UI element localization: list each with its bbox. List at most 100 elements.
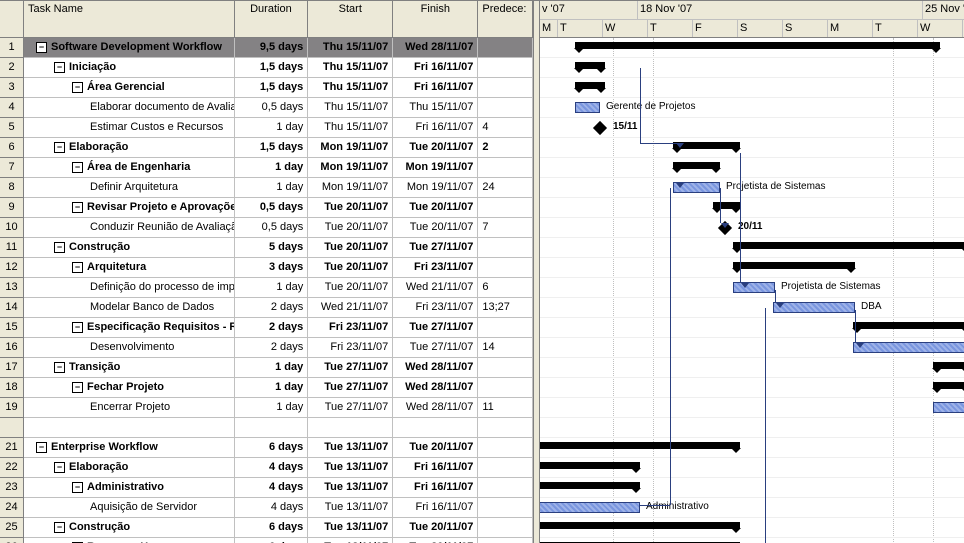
cell-dur[interactable]: 2 days [235,298,309,317]
cell-pred[interactable] [478,98,533,117]
row-number[interactable]: 19 [0,398,23,418]
cell-finish[interactable]: Fri 16/11/07 [393,118,478,137]
cell-finish[interactable]: Fri 23/11/07 [393,258,478,277]
task-row[interactable]: −Recursos Humanos6 daysTue 13/11/07Tue 2… [24,538,533,543]
col-duration[interactable]: Duration [235,1,309,37]
task-row[interactable]: −Construção5 daysTue 20/11/07Tue 27/11/0… [24,238,533,258]
cell-finish[interactable]: Tue 20/11/07 [393,138,478,157]
cell-pred[interactable] [478,478,533,497]
pane-divider[interactable] [533,1,540,543]
cell-dur[interactable]: 6 days [235,538,309,543]
collapse-toggle[interactable]: − [72,262,83,273]
row-number[interactable]: 21 [0,438,23,458]
row-number[interactable]: 11 [0,238,23,258]
collapse-toggle[interactable]: − [72,162,83,173]
cell-start[interactable]: Tue 13/11/07 [308,458,393,477]
cell-pred[interactable]: 7 [478,218,533,237]
cell-pred[interactable]: 11 [478,398,533,417]
row-number[interactable] [0,418,23,438]
cell-finish[interactable]: Fri 16/11/07 [393,58,478,77]
summary-bar[interactable] [540,442,740,449]
cell-start[interactable]: Tue 27/11/07 [308,398,393,417]
cell-start[interactable]: Tue 27/11/07 [308,358,393,377]
cell-dur[interactable]: 1 day [235,158,309,177]
cell-start[interactable]: Tue 20/11/07 [308,218,393,237]
task-name-cell[interactable]: −Elaboração [24,458,235,477]
cell-finish[interactable]: Tue 20/11/07 [393,518,478,537]
summary-bar[interactable] [575,62,605,69]
task-row[interactable]: −Área Gerencial1,5 daysThu 15/11/07Fri 1… [24,78,533,98]
task-row[interactable]: −Arquitetura3 daysTue 20/11/07Fri 23/11/… [24,258,533,278]
cell-start[interactable]: Thu 15/11/07 [308,58,393,77]
collapse-toggle[interactable]: − [36,442,47,453]
row-number[interactable]: 7 [0,158,23,178]
task-row[interactable]: −Especificação Requisitos - Rel2 daysFri… [24,318,533,338]
cell-finish[interactable]: Mon 19/11/07 [393,178,478,197]
cell-dur[interactable]: 1,5 days [235,78,309,97]
cell-dur[interactable] [235,418,309,437]
cell-finish[interactable]: Tue 20/11/07 [393,198,478,217]
row-number[interactable]: 22 [0,458,23,478]
cell-dur[interactable]: 4 days [235,458,309,477]
task-row[interactable] [24,418,533,438]
collapse-toggle[interactable]: − [72,482,83,493]
cell-start[interactable]: Tue 20/11/07 [308,198,393,217]
cell-start[interactable]: Thu 15/11/07 [308,118,393,137]
cell-finish[interactable]: Wed 28/11/07 [393,398,478,417]
task-row[interactable]: −Revisar Projeto e Aprovações0,5 daysTue… [24,198,533,218]
cell-pred[interactable] [478,78,533,97]
cell-finish[interactable]: Tue 27/11/07 [393,238,478,257]
cell-pred[interactable] [478,58,533,77]
cell-finish[interactable]: Thu 15/11/07 [393,98,478,117]
task-name-cell[interactable]: −Área Gerencial [24,78,235,97]
cell-dur[interactable]: 4 days [235,478,309,497]
cell-start[interactable]: Mon 19/11/07 [308,138,393,157]
collapse-toggle[interactable]: − [72,82,83,93]
summary-bar[interactable] [575,82,605,89]
cell-finish[interactable]: Tue 20/11/07 [393,218,478,237]
row-number[interactable]: 16 [0,338,23,358]
cell-pred[interactable] [478,158,533,177]
row-number[interactable]: 24 [0,498,23,518]
task-name-cell[interactable]: −Recursos Humanos [24,538,235,543]
task-row[interactable]: −Enterprise Workflow6 daysTue 13/11/07Tu… [24,438,533,458]
task-row[interactable]: −Elaboração1,5 daysMon 19/11/07Tue 20/11… [24,138,533,158]
cell-start[interactable]: Mon 19/11/07 [308,178,393,197]
task-name-cell[interactable]: Modelar Banco de Dados [24,298,235,317]
task-name-cell[interactable]: Aquisição de Servidor [24,498,235,517]
task-row[interactable]: Aquisição de Servidor4 daysTue 13/11/07F… [24,498,533,518]
task-name-cell[interactable]: −Elaboração [24,138,235,157]
row-number[interactable]: 14 [0,298,23,318]
cell-dur[interactable]: 9,5 days [235,38,309,57]
row-number[interactable]: 25 [0,518,23,538]
cell-start[interactable]: Tue 13/11/07 [308,498,393,517]
cell-start[interactable]: Tue 13/11/07 [308,438,393,457]
cell-pred[interactable] [478,258,533,277]
collapse-toggle[interactable]: − [72,382,83,393]
task-name-cell[interactable]: Encerrar Projeto [24,398,235,417]
task-bar[interactable] [575,102,600,113]
cell-dur[interactable]: 1 day [235,358,309,377]
cell-dur[interactable]: 4 days [235,498,309,517]
task-row[interactable]: −Construção6 daysTue 13/11/07Tue 20/11/0… [24,518,533,538]
cell-pred[interactable] [478,438,533,457]
gantt-chart[interactable]: Gerente de Projetos15/11Projetista de Si… [540,38,964,543]
cell-finish[interactable]: Tue 20/11/07 [393,538,478,543]
cell-finish[interactable]: Fri 16/11/07 [393,478,478,497]
row-number[interactable]: 15 [0,318,23,338]
cell-finish[interactable]: Tue 27/11/07 [393,338,478,357]
cell-finish[interactable]: Wed 21/11/07 [393,278,478,297]
cell-start[interactable]: Tue 20/11/07 [308,238,393,257]
cell-finish[interactable]: Fri 23/11/07 [393,298,478,317]
collapse-toggle[interactable]: − [72,202,83,213]
cell-pred[interactable] [478,538,533,543]
row-number[interactable]: 9 [0,198,23,218]
task-name-cell[interactable]: −Fechar Projeto [24,378,235,397]
summary-bar[interactable] [933,362,964,369]
task-row[interactable]: −Fechar Projeto1 dayTue 27/11/07Wed 28/1… [24,378,533,398]
cell-pred[interactable]: 14 [478,338,533,357]
cell-start[interactable]: Mon 19/11/07 [308,158,393,177]
task-bar[interactable] [933,402,964,413]
col-predecessors[interactable]: Predece: [478,1,533,37]
cell-pred[interactable] [478,518,533,537]
